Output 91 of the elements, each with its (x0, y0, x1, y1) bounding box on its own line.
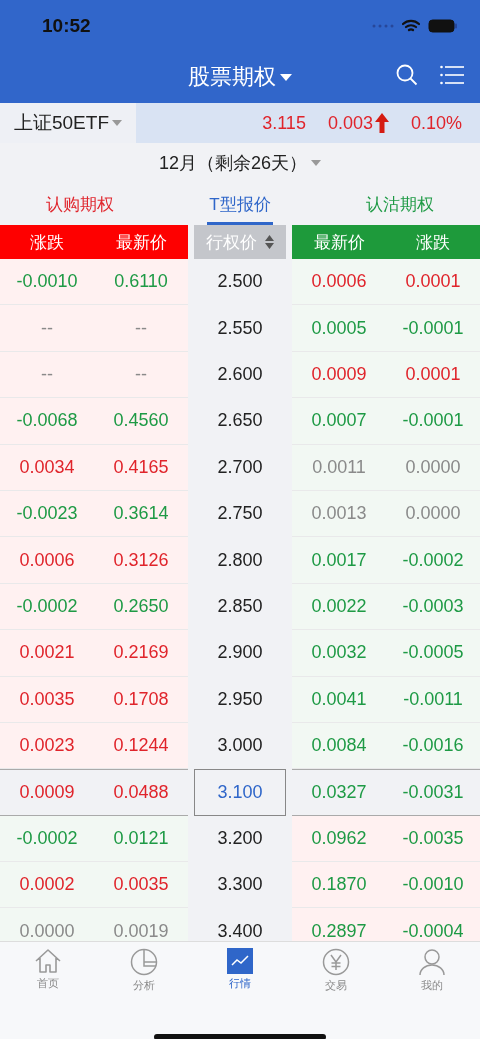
table-cell: 0.0032 (292, 630, 386, 677)
table-cell: 0.0002 (0, 862, 94, 909)
nav-item[interactable]: 交易 (306, 948, 366, 993)
home-icon (34, 948, 62, 974)
nav-item[interactable]: 行情 (210, 948, 270, 993)
table-cell: 0.0084 (292, 722, 386, 770)
table-cell: -0.0002 (0, 815, 94, 863)
percent-change: 0.10% (410, 112, 462, 134)
table-cell: -- (94, 351, 188, 399)
table-cell: 0.0034 (0, 444, 94, 491)
table-cell: -0.0011 (386, 676, 480, 723)
table-cell: 0.0009 (292, 351, 386, 399)
table-cell: 0.0035 (94, 862, 188, 909)
table-cell: 0.0006 (0, 537, 94, 584)
caret-icon (112, 120, 122, 126)
table-cell: 0.0007 (292, 398, 386, 445)
table-cell: 0.0000 (386, 490, 480, 538)
table-cell: 0.0001 (386, 259, 480, 306)
table-cell: 0.2169 (94, 630, 188, 677)
table-cell: 0.0006 (292, 259, 386, 306)
menu-icon[interactable] (440, 65, 464, 85)
table-cell: -0.0002 (0, 583, 94, 631)
table-cell: 0.0009 (0, 769, 94, 816)
table-cell: 0.2650 (94, 583, 188, 631)
price-change: 0.003 (327, 112, 373, 134)
table-cell: -0.0068 (0, 398, 94, 445)
table-cell: 0.0017 (292, 537, 386, 584)
table-cell: 0.4560 (94, 398, 188, 445)
table-cell: 0.0022 (292, 583, 386, 631)
table-cell: -- (94, 305, 188, 352)
table-cell: 0.0021 (0, 630, 94, 677)
table-cell: -0.0035 (386, 815, 480, 863)
table-cell: -0.0016 (386, 722, 480, 770)
table-cell: 0.6110 (94, 259, 188, 306)
table-cell: -0.0010 (0, 259, 94, 306)
table-cell: -- (0, 305, 94, 352)
caret-icon (311, 160, 321, 166)
table-cell: 0.0327 (292, 769, 386, 816)
table-cell: 0.3614 (94, 490, 188, 538)
table-cell: 0.2897 (292, 908, 386, 941)
yen-icon (322, 948, 350, 976)
sort-icon (265, 235, 274, 249)
table-cell: -0.0001 (386, 398, 480, 445)
table-cell: 0.0121 (94, 815, 188, 863)
search-icon[interactable] (396, 64, 418, 86)
column-header: 最新价 (292, 225, 386, 259)
table-cell: 0.1708 (94, 676, 188, 723)
table-cell: 0.0001 (386, 351, 480, 399)
table-cell: 0.1244 (94, 722, 188, 770)
nav-item[interactable]: 我的 (402, 948, 462, 993)
battery-icon (428, 19, 458, 33)
expiry-selector[interactable]: 12月（剩余26天） (158, 151, 321, 175)
table-cell: 0.0000 (0, 908, 94, 941)
table-cell: 0.1870 (292, 862, 386, 909)
signal-icon (372, 24, 394, 28)
table-cell: 0.4165 (94, 444, 188, 491)
table-cell: -0.0023 (0, 490, 94, 538)
underlying-price: 3.115 (262, 112, 306, 134)
table-cell: 0.0035 (0, 676, 94, 723)
table-cell: 0.0011 (292, 444, 386, 491)
table-cell: -0.0002 (386, 537, 480, 584)
column-header: 最新价 (94, 225, 188, 259)
column-header: 涨跌 (386, 225, 480, 259)
market-selector[interactable]: 股票期权 (188, 62, 292, 92)
table-cell: 0.0041 (292, 676, 386, 723)
table-cell: -0.0001 (386, 305, 480, 352)
table-cell: 0.3126 (94, 537, 188, 584)
table-cell: 0.0962 (292, 815, 386, 863)
chart-icon (227, 948, 253, 974)
column-header: 涨跌 (0, 225, 94, 259)
wifi-icon (402, 19, 420, 33)
nav-item[interactable]: 首页 (18, 948, 78, 993)
table-cell: -0.0004 (386, 908, 480, 941)
caret-icon (280, 73, 292, 81)
person-icon (419, 948, 445, 976)
table-cell: -0.0010 (386, 862, 480, 909)
table-cell: 0.0013 (292, 490, 386, 538)
table-cell: 0.0019 (94, 908, 188, 941)
pie-chart-icon (130, 948, 158, 976)
nav-item[interactable]: 分析 (114, 948, 174, 993)
status-time: 10:52 (42, 15, 91, 37)
table-cell: 0.0005 (292, 305, 386, 352)
table-cell: -0.0003 (386, 583, 480, 631)
table-cell: -0.0031 (386, 769, 480, 816)
table-cell: -- (0, 351, 94, 399)
tab[interactable]: 认购期权 (44, 183, 116, 225)
table-cell: -0.0005 (386, 630, 480, 677)
table-cell: 0.0023 (0, 722, 94, 770)
table-cell: 0.0000 (386, 444, 480, 491)
strike-price[interactable]: 3.100 (194, 769, 286, 816)
table-cell: 0.0488 (94, 769, 188, 816)
